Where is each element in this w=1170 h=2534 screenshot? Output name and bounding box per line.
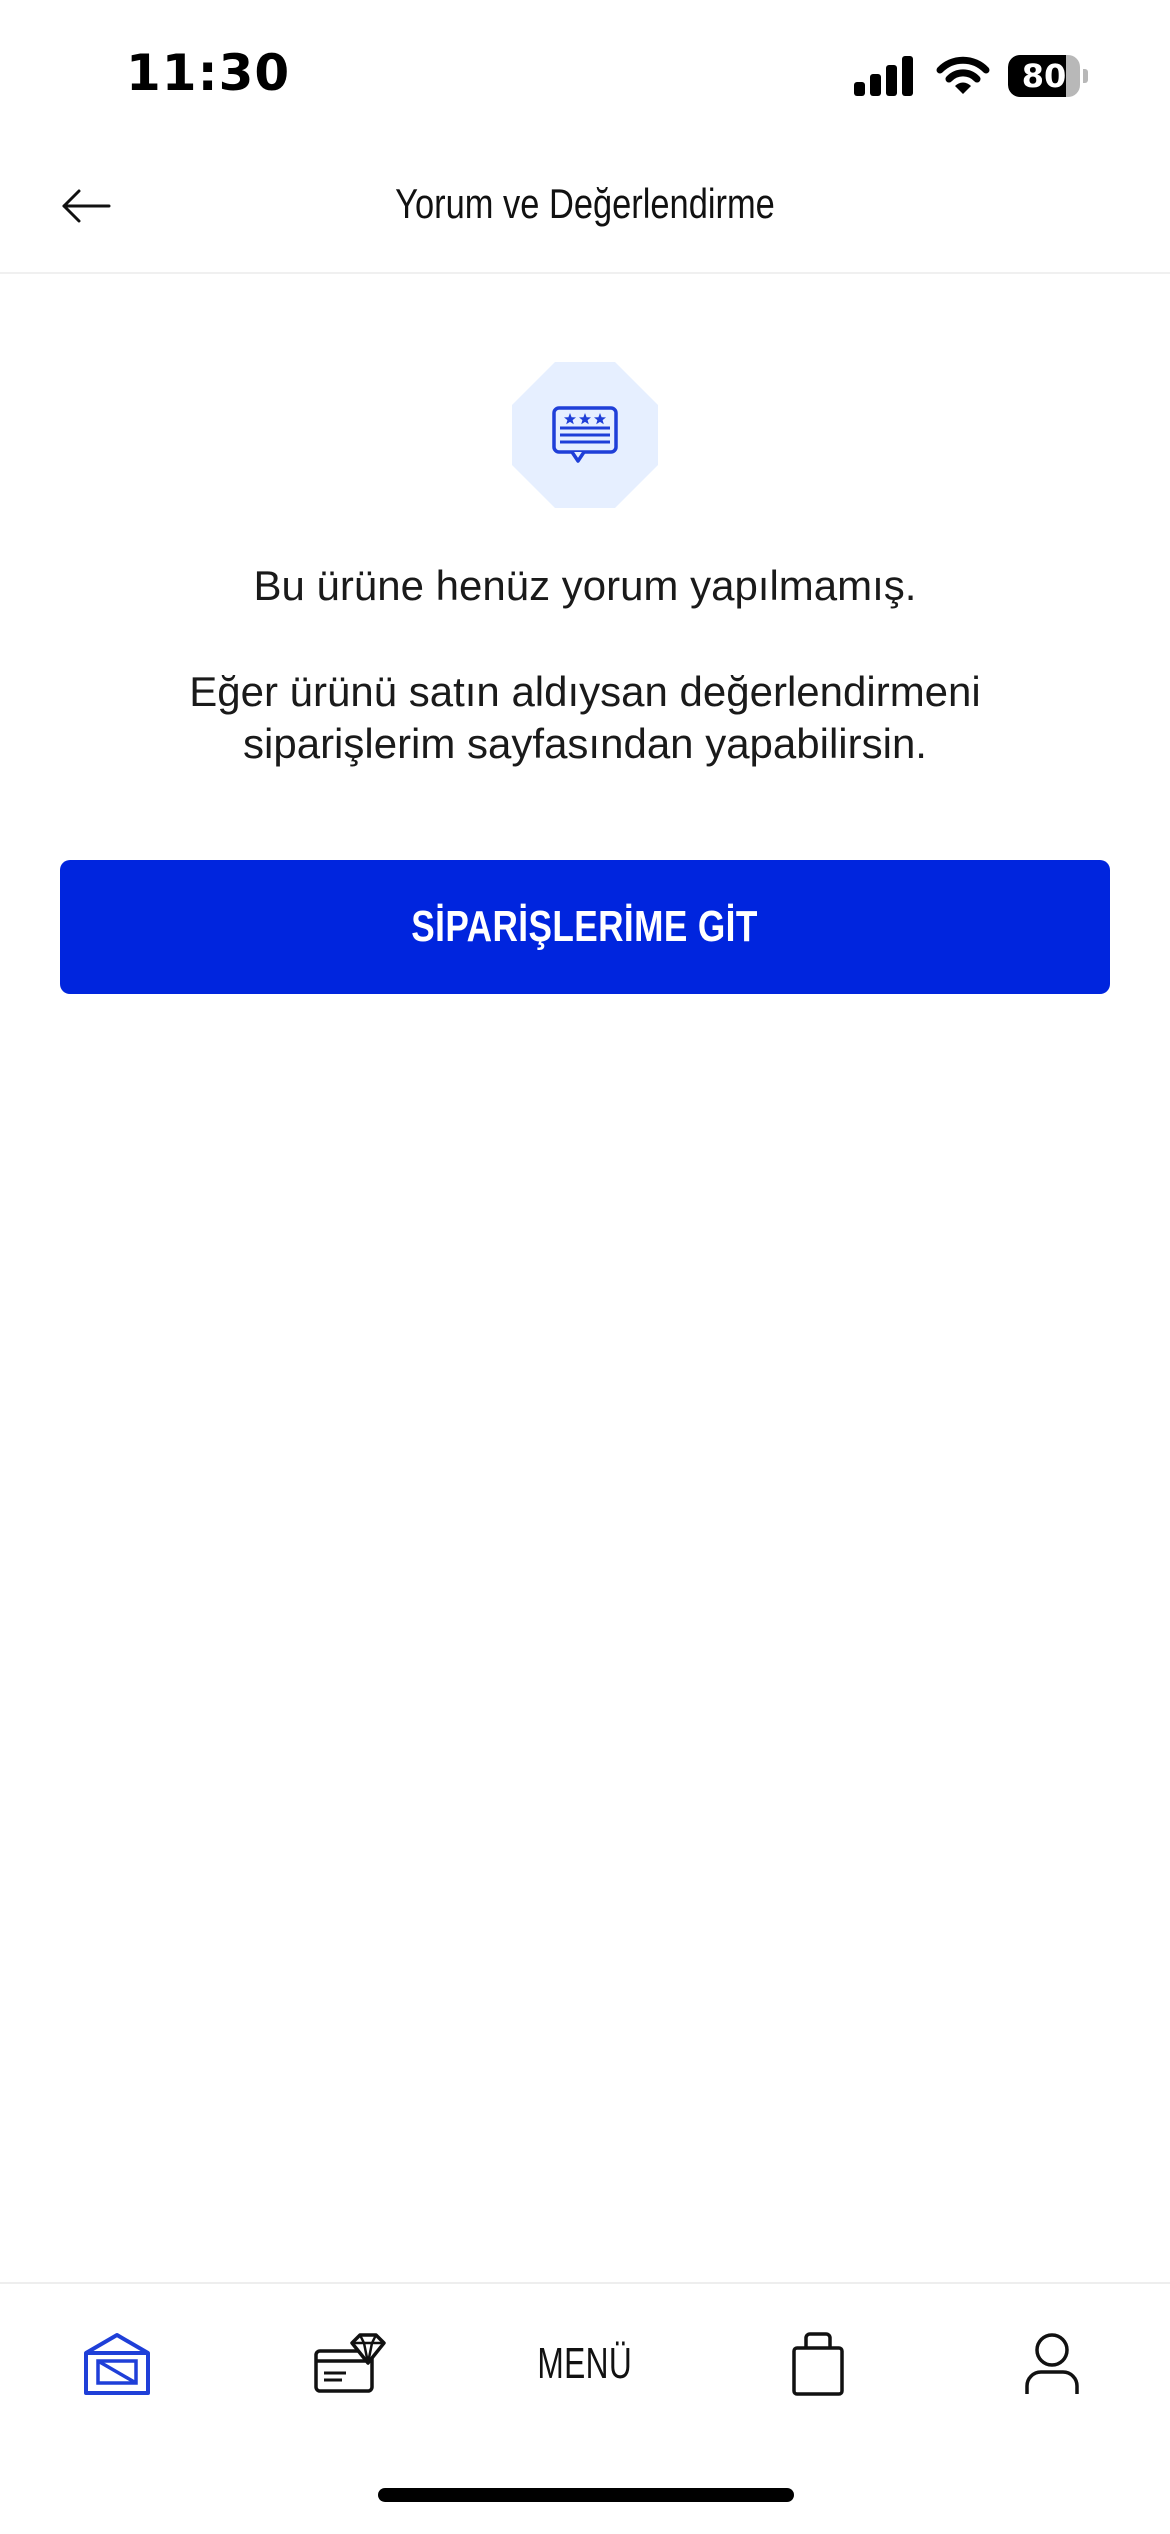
- status-bar: 11:30 80: [0, 0, 1170, 150]
- gift-card-diamond-icon: [314, 2333, 386, 2393]
- tab-deals[interactable]: [294, 2324, 404, 2404]
- review-badge: [512, 362, 658, 508]
- tab-cart[interactable]: [763, 2324, 873, 2404]
- battery-tip: [1083, 69, 1088, 83]
- page-title: Yorum ve Değerlendirme: [395, 180, 775, 227]
- home-icon: [84, 2333, 150, 2395]
- empty-state-description-line1: Eğer ürünü satın aldıysan değerlendirmen…: [189, 668, 981, 715]
- battery-indicator: 80: [1008, 55, 1088, 97]
- go-to-orders-button[interactable]: SİPARİŞLERİME GİT: [60, 860, 1110, 994]
- arrow-left-icon: [62, 189, 111, 223]
- tab-menu-label: MENÜ: [537, 2339, 633, 2388]
- empty-state-title: Bu ürüne henüz yorum yapılmamış.: [253, 562, 917, 609]
- page-header: Yorum ve Değerlendirme: [0, 150, 1170, 274]
- empty-state-description-line2: siparişlerim sayfasından yapabilirsin.: [243, 720, 927, 767]
- empty-state-description: Eğer ürünü satın aldıysan değerlendirmen…: [140, 666, 1030, 770]
- tab-home[interactable]: [62, 2324, 172, 2404]
- home-indicator: [378, 2488, 794, 2502]
- tab-menu[interactable]: MENÜ: [530, 2324, 640, 2404]
- review-stars-icon: [512, 362, 658, 508]
- user-icon: [1025, 2333, 1079, 2394]
- tab-account[interactable]: [997, 2324, 1107, 2404]
- cellular-signal-icon: [854, 56, 913, 96]
- battery-percent: 80: [1021, 57, 1067, 95]
- status-time: 11:30: [126, 44, 291, 102]
- wifi-icon: [936, 56, 990, 94]
- shopping-bag-icon: [792, 2332, 844, 2396]
- go-to-orders-label: SİPARİŞLERİME GİT: [411, 902, 759, 951]
- status-icons: 80: [854, 52, 1088, 100]
